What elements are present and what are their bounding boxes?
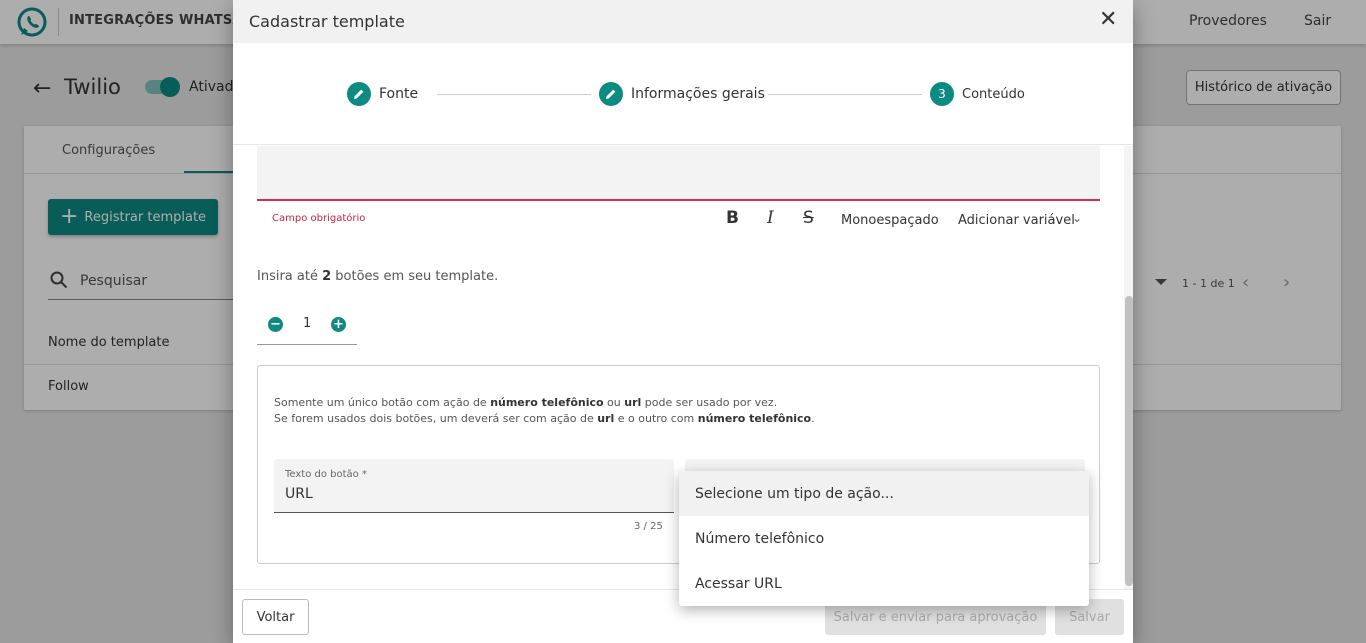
buttons-limit-hint: Insira até 2 botões em seu template. bbox=[257, 269, 498, 284]
note-text: e o outro com bbox=[614, 412, 698, 425]
buttons-hint-max: 2 bbox=[322, 269, 332, 284]
stepper: Fonte Informações gerais 3 Conteúdo bbox=[233, 43, 1133, 145]
note-text: pode ser usado por vez. bbox=[641, 396, 778, 409]
message-body-textarea[interactable] bbox=[257, 146, 1100, 201]
step-connector bbox=[437, 94, 591, 95]
back-button[interactable]: Voltar bbox=[242, 599, 309, 635]
buttons-quantity-value: 1 bbox=[303, 316, 312, 331]
note-strong: url bbox=[597, 412, 615, 425]
italic-button[interactable]: I bbox=[767, 208, 774, 228]
note-strong: número telefônico bbox=[490, 396, 604, 409]
note-strong: número telefônico bbox=[697, 412, 812, 425]
buttons-quantity-stepper: − 1 + bbox=[257, 301, 357, 345]
button-rule-note-line1: Somente um único botão com ação de númer… bbox=[274, 396, 777, 409]
buttons-hint-suffix: botões em seu template. bbox=[331, 269, 499, 284]
button-text-label: Texto do botão * bbox=[285, 469, 367, 480]
note-text: ou bbox=[603, 396, 625, 409]
step-number-badge[interactable]: 3 bbox=[930, 82, 954, 106]
step-connector bbox=[768, 94, 922, 95]
minus-circle-icon[interactable]: − bbox=[268, 317, 283, 332]
step-label-fonte[interactable]: Fonte bbox=[379, 86, 418, 102]
step-label-conteudo[interactable]: Conteúdo bbox=[962, 87, 1025, 102]
note-strong: url bbox=[624, 396, 642, 409]
monospace-button[interactable]: Monoespaçado bbox=[841, 213, 939, 228]
button-rule-note-line2: Se forem usados dois botões, um deverá s… bbox=[274, 412, 815, 425]
note-text: Se forem usados dois botões, um deverá s… bbox=[274, 412, 598, 425]
dropdown-option-placeholder[interactable]: Selecione um tipo de ação... bbox=[679, 471, 1089, 516]
pencil-icon[interactable] bbox=[599, 82, 623, 106]
note-text: Somente um único botão com ação de bbox=[274, 396, 491, 409]
close-icon[interactable]: ✕ bbox=[1099, 9, 1117, 31]
scrollbar-thumb[interactable] bbox=[1125, 296, 1133, 586]
required-field-error: Campo obrigatório bbox=[272, 213, 366, 224]
dropdown-option-url[interactable]: Acessar URL bbox=[679, 561, 1089, 606]
dropdown-option-phone[interactable]: Número telefônico bbox=[679, 516, 1089, 561]
strikethrough-button[interactable]: S bbox=[803, 208, 814, 228]
note-text: . bbox=[811, 412, 815, 425]
step-label-informacoes-gerais[interactable]: Informações gerais bbox=[631, 86, 765, 102]
add-variable-button[interactable]: Adicionar variável bbox=[958, 213, 1075, 228]
action-type-dropdown: Selecione um tipo de ação... Número tele… bbox=[679, 471, 1089, 606]
chevron-down-icon[interactable]: ⌄ bbox=[1072, 211, 1082, 225]
pencil-icon[interactable] bbox=[347, 82, 371, 106]
buttons-hint-prefix: Insira até bbox=[257, 269, 323, 284]
button-text-char-counter: 3 / 25 bbox=[634, 521, 663, 532]
button-text-value[interactable]: URL bbox=[285, 486, 313, 502]
button-text-field[interactable]: Texto do botão * URL bbox=[274, 459, 674, 513]
modal-title: Cadastrar template bbox=[249, 12, 405, 31]
plus-circle-icon[interactable]: + bbox=[331, 317, 346, 332]
modal-header: Cadastrar template ✕ bbox=[233, 0, 1133, 43]
bold-button[interactable]: B bbox=[726, 208, 739, 228]
